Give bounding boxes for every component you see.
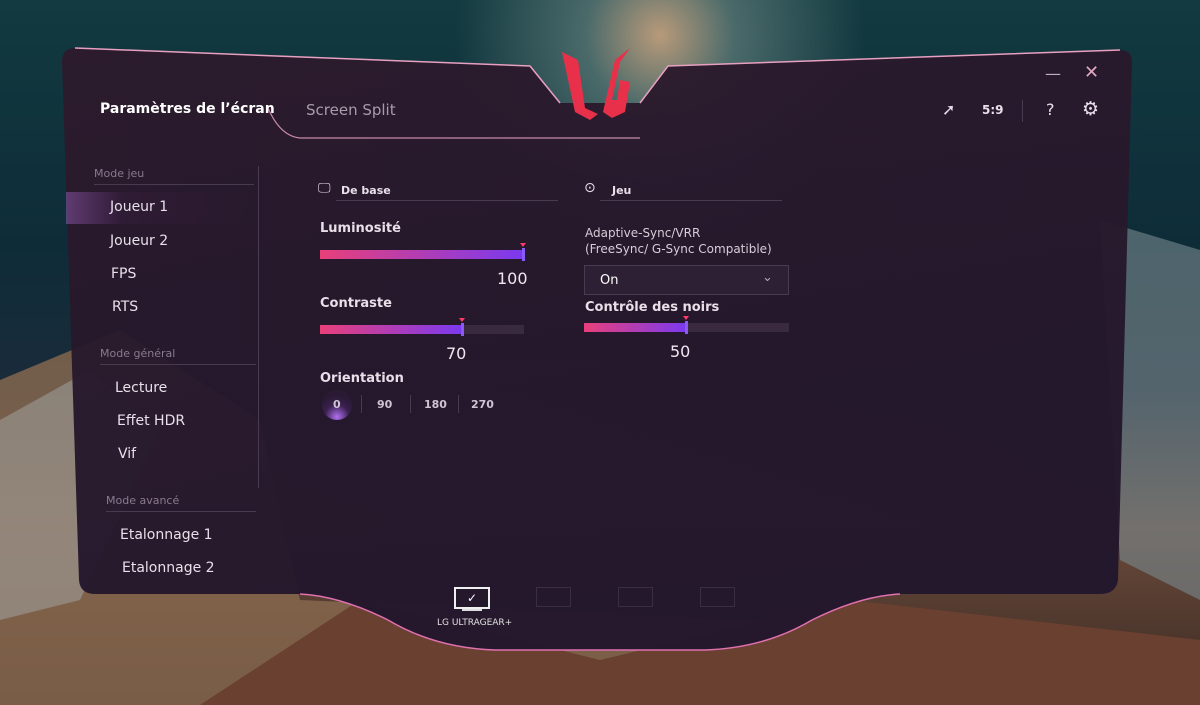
contrast-value: 70 <box>446 344 467 363</box>
black-control-label: Contrôle des noirs <box>585 300 720 315</box>
sync-label-sub: (FreeSync/ G-Sync Compatible) <box>585 242 772 256</box>
black-control-slider[interactable] <box>584 316 789 334</box>
tab-screen-split[interactable]: Screen Split <box>306 101 396 119</box>
sync-value: On <box>600 273 619 288</box>
orientation-90[interactable]: 90 <box>377 398 392 411</box>
help-icon[interactable]: ? <box>1046 100 1055 119</box>
page-title[interactable]: Paramètres de l’écran <box>100 101 275 117</box>
sidebar-item-joueur-1[interactable]: Joueur 1 <box>110 199 168 215</box>
brightness-slider[interactable] <box>320 243 526 261</box>
black-control-value: 50 <box>670 342 691 361</box>
gear-icon[interactable]: ⚙ <box>1082 98 1099 120</box>
sidebar-item-vif[interactable]: Vif <box>118 446 136 462</box>
group-mode-general: Mode général <box>100 347 176 360</box>
group-mode-jeu: Mode jeu <box>94 167 145 180</box>
contrast-label: Contraste <box>320 296 392 311</box>
sidebar-item-etalonnage-1[interactable]: Etalonnage 1 <box>120 527 213 543</box>
sidebar-item-rts[interactable]: RTS <box>112 299 138 315</box>
close-icon[interactable]: ✕ <box>1084 62 1099 83</box>
monitor-active-label: LG ULTRAGEAR+ <box>437 618 513 628</box>
monitor-icon: 🖵 <box>318 181 331 196</box>
section-de-base: De base <box>341 184 391 197</box>
divider <box>1022 100 1023 122</box>
sidebar-item-lecture[interactable]: Lecture <box>115 380 167 396</box>
cursor-sparkle-icon[interactable]: ➚ <box>942 100 955 119</box>
sync-dropdown[interactable]: On ⌄ <box>584 265 789 295</box>
gamepad-icon: ⊙ <box>584 180 596 196</box>
orientation-270[interactable]: 270 <box>471 398 494 411</box>
monitor-active-icon[interactable]: ✓ <box>454 587 490 609</box>
orientation-180[interactable]: 180 <box>424 398 447 411</box>
sidebar-item-effet-hdr[interactable]: Effet HDR <box>117 413 185 429</box>
minimize-icon[interactable]: — <box>1045 64 1061 83</box>
monitor-slot-empty <box>618 587 653 607</box>
group-mode-avance: Mode avancé <box>106 494 180 507</box>
sidebar-divider <box>258 166 259 488</box>
sidebar-item-joueur-2[interactable]: Joueur 2 <box>110 233 168 249</box>
orientation-label: Orientation <box>320 371 404 386</box>
orientation-0[interactable]: 0 <box>333 398 341 411</box>
monitor-slot-empty <box>536 587 571 607</box>
brightness-value: 100 <box>497 269 528 288</box>
monitor-slot-empty <box>700 587 735 607</box>
sidebar-item-etalonnage-2[interactable]: Etalonnage 2 <box>122 560 215 576</box>
section-jeu: Jeu <box>612 184 632 197</box>
brightness-label: Luminosité <box>320 221 401 236</box>
chevron-down-icon: ⌄ <box>762 270 773 285</box>
contrast-slider[interactable] <box>320 318 524 336</box>
sidebar-item-fps[interactable]: FPS <box>111 266 136 282</box>
aspect-ratio-button[interactable]: 5:9 <box>982 103 1004 117</box>
sync-label: Adaptive-Sync/VRR <box>585 226 701 240</box>
